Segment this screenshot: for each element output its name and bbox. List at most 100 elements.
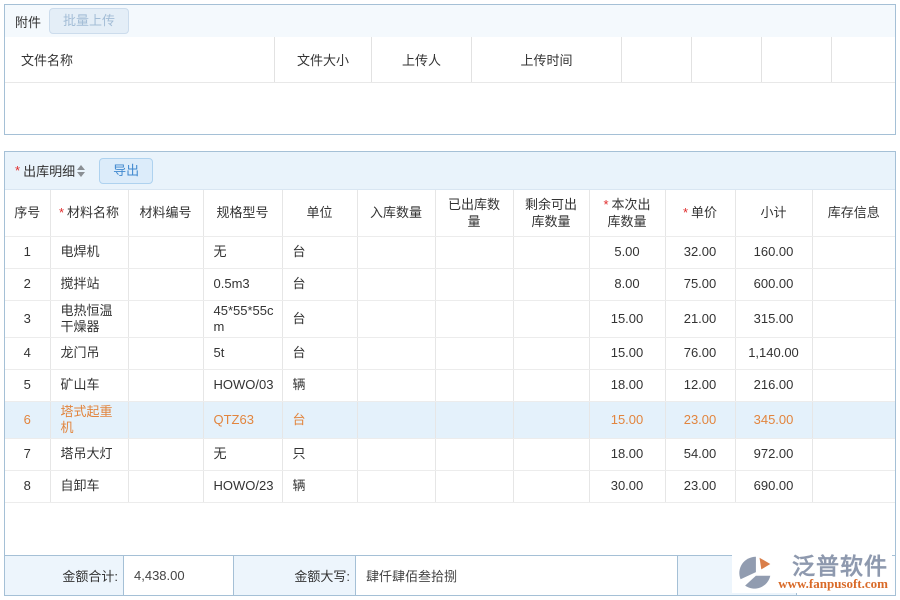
- cell-stock: [812, 337, 895, 369]
- detail-title: 出库明细: [23, 161, 75, 180]
- cell-spec: 5t: [203, 337, 282, 369]
- fanpu-logo: 泛普软件 www.fanpusoft.com: [732, 553, 892, 593]
- required-mark: *: [683, 205, 688, 220]
- cell-unit: 只: [282, 438, 357, 470]
- total-amount-value: 4,438.00: [123, 556, 234, 595]
- attachment-empty-body: [5, 83, 895, 134]
- attachment-col-filename: 文件名称: [5, 37, 275, 82]
- cell-unit: 台: [282, 337, 357, 369]
- cell-no: 3: [5, 300, 50, 337]
- cell-spec: QTZ63: [203, 401, 282, 438]
- detail-empty-space: [5, 503, 895, 556]
- cell-remain_qty: [513, 369, 589, 401]
- cell-subtotal: 160.00: [735, 236, 812, 268]
- cell-code: [128, 236, 203, 268]
- cell-stock: [812, 369, 895, 401]
- cell-out_qty: [435, 438, 513, 470]
- cell-remain_qty: [513, 438, 589, 470]
- col-header-price: *单价: [665, 190, 735, 236]
- attachment-col-empty: [832, 37, 895, 82]
- cell-subtotal: 345.00: [735, 401, 812, 438]
- batch-upload-button[interactable]: 批量上传: [49, 8, 129, 34]
- cell-remain_qty: [513, 401, 589, 438]
- cell-unit: 台: [282, 268, 357, 300]
- cell-subtotal: 1,140.00: [735, 337, 812, 369]
- cell-spec: HOWO/03: [203, 369, 282, 401]
- cell-no: 7: [5, 438, 50, 470]
- cell-in_qty: [357, 300, 435, 337]
- cell-out_qty: [435, 268, 513, 300]
- cell-spec: 无: [203, 438, 282, 470]
- col-header-name: *材料名称: [50, 190, 128, 236]
- cell-code: [128, 369, 203, 401]
- detail-row[interactable]: 7塔吊大灯无只18.0054.00972.00: [5, 438, 895, 470]
- cell-code: [128, 268, 203, 300]
- cell-price: 21.00: [665, 300, 735, 337]
- fanpu-logo-icon: [736, 555, 774, 591]
- col-header-unit: 单位: [282, 190, 357, 236]
- cell-remain_qty: [513, 268, 589, 300]
- detail-row[interactable]: 6塔式起重机QTZ63台15.0023.00345.00: [5, 401, 895, 438]
- attachment-toolbar: 附件 批量上传: [5, 5, 895, 37]
- col-header-spec: 规格型号: [203, 190, 282, 236]
- attachment-title: 附件: [15, 12, 41, 31]
- cell-in_qty: [357, 337, 435, 369]
- cell-stock: [812, 300, 895, 337]
- col-header-code: 材料编号: [128, 190, 203, 236]
- cell-no: 4: [5, 337, 50, 369]
- required-mark: *: [59, 205, 64, 220]
- detail-table-body: 1电焊机无台5.0032.00160.002搅拌站0.5m3台8.0075.00…: [5, 236, 895, 502]
- cell-stock: [812, 401, 895, 438]
- cell-code: [128, 300, 203, 337]
- cell-name: 龙门吊: [50, 337, 128, 369]
- amount-words-value: 肆仟肆佰叁拾捌: [355, 556, 678, 595]
- cell-subtotal: 972.00: [735, 438, 812, 470]
- cell-this_qty: 15.00: [589, 401, 665, 438]
- cell-remain_qty: [513, 337, 589, 369]
- attachment-section: 附件 批量上传 文件名称 文件大小 上传人 上传时间: [4, 4, 896, 135]
- attachment-col-uploader: 上传人: [372, 37, 472, 82]
- attachment-col-empty: [692, 37, 762, 82]
- sort-spinner-icon[interactable]: [77, 165, 85, 177]
- detail-row[interactable]: 1电焊机无台5.0032.00160.00: [5, 236, 895, 268]
- detail-row[interactable]: 5矿山车HOWO/03辆18.0012.00216.00: [5, 369, 895, 401]
- cell-price: 76.00: [665, 337, 735, 369]
- cell-code: [128, 337, 203, 369]
- cell-subtotal: 216.00: [735, 369, 812, 401]
- cell-this_qty: 18.00: [589, 438, 665, 470]
- cell-out_qty: [435, 236, 513, 268]
- cell-stock: [812, 470, 895, 502]
- cell-in_qty: [357, 369, 435, 401]
- detail-header-row: 序号*材料名称材料编号规格型号单位入库数量已出库数量剩余可出库数量*本次出库数量…: [5, 190, 895, 236]
- cell-in_qty: [357, 268, 435, 300]
- required-mark: *: [603, 197, 608, 212]
- detail-row[interactable]: 8自卸车HOWO/23辆30.0023.00690.00: [5, 470, 895, 502]
- cell-code: [128, 438, 203, 470]
- logo-text: 泛普软件 www.fanpusoft.com: [778, 555, 888, 591]
- cell-no: 2: [5, 268, 50, 300]
- cell-price: 23.00: [665, 470, 735, 502]
- detail-row[interactable]: 4龙门吊5t台15.0076.001,140.00: [5, 337, 895, 369]
- cell-in_qty: [357, 470, 435, 502]
- cell-subtotal: 690.00: [735, 470, 812, 502]
- cell-unit: 台: [282, 401, 357, 438]
- cell-spec: 0.5m3: [203, 268, 282, 300]
- cell-price: 75.00: [665, 268, 735, 300]
- cell-name: 塔式起重机: [50, 401, 128, 438]
- cell-price: 12.00: [665, 369, 735, 401]
- detail-row[interactable]: 3电热恒温干燥器45*55*55cm台15.0021.00315.00: [5, 300, 895, 337]
- detail-row[interactable]: 2搅拌站0.5m3台8.0075.00600.00: [5, 268, 895, 300]
- cell-unit: 辆: [282, 470, 357, 502]
- total-amount-label: 金额合计:: [5, 556, 123, 595]
- cell-name: 电热恒温干燥器: [50, 300, 128, 337]
- cell-in_qty: [357, 236, 435, 268]
- cell-price: 32.00: [665, 236, 735, 268]
- cell-code: [128, 401, 203, 438]
- cell-out_qty: [435, 401, 513, 438]
- cell-remain_qty: [513, 470, 589, 502]
- outbound-detail-section: * 出库明细 导出 序号*材料名称材料编号规格型号单位入库数量已出库数量剩余可出…: [4, 151, 896, 596]
- export-button[interactable]: 导出: [99, 158, 153, 184]
- cell-remain_qty: [513, 236, 589, 268]
- col-header-this_qty: *本次出库数量: [589, 190, 665, 236]
- cell-out_qty: [435, 470, 513, 502]
